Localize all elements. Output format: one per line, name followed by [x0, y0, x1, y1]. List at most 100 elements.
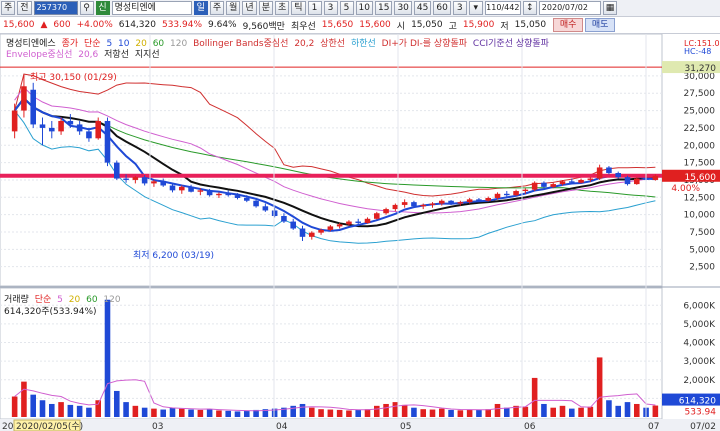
interval-1[interactable]: 1 [307, 1, 322, 15]
candle-body [114, 162, 120, 179]
prev-button[interactable]: 전 [17, 1, 32, 15]
menu-button[interactable]: 주 [1, 1, 16, 15]
candle-body [206, 190, 213, 196]
candle-body [652, 175, 659, 180]
volume-bar [114, 390, 120, 417]
interval-30[interactable]: 30 [394, 1, 412, 15]
interval-45[interactable]: 45 [413, 1, 432, 15]
candle-body [383, 209, 389, 214]
month-label: 05 [400, 422, 411, 431]
volume-current-box: 614,320 [679, 397, 716, 407]
date-field[interactable]: 2020/07/02 [538, 1, 601, 15]
candle-body [160, 181, 166, 186]
volume-bar [86, 407, 92, 417]
volume-bar [401, 404, 408, 417]
interval-60[interactable]: 60 [433, 1, 451, 15]
open-label: 시 [396, 21, 406, 32]
period-month[interactable]: 월 [226, 1, 241, 15]
search-icon[interactable]: ⚲ [79, 1, 94, 15]
candle-body [346, 221, 352, 225]
volume-bar [448, 409, 454, 417]
interval-10[interactable]: 10 [355, 1, 373, 15]
candle-body [327, 226, 334, 230]
period-year[interactable]: 년 [242, 1, 257, 15]
candle-body [550, 184, 556, 187]
current-price-box: 15,600 [685, 173, 717, 183]
stock-code-input[interactable]: 257370 [33, 1, 78, 15]
stock-chart[interactable]: 30,00027,50025,00022,50020,00017,50015,0… [0, 33, 720, 431]
low-value: 15,050 [514, 20, 547, 30]
volume-current-pct: 533.94 [685, 408, 717, 418]
chevron-down-icon[interactable]: ▾ [468, 1, 483, 15]
candle-body [234, 195, 241, 198]
volume-bar [457, 410, 464, 417]
price-tick-label: 10,000 [684, 211, 716, 221]
volume-bar [652, 405, 659, 417]
stock-name-field[interactable]: 명성티엔에 [111, 1, 192, 15]
month-label: 03 [152, 422, 163, 431]
volume-bar [30, 394, 36, 417]
chart-canvas[interactable]: 30,00027,50025,00022,50020,00017,50015,0… [0, 33, 720, 431]
volume-bar [383, 403, 389, 417]
candle-body [39, 124, 46, 128]
current-pct-label: 4.00% [671, 184, 700, 194]
volume-bar [160, 409, 166, 417]
price-tick-label: 7,500 [689, 228, 715, 238]
volume-bar [39, 400, 46, 417]
period-week[interactable]: 주 [209, 1, 225, 15]
volume-bar [364, 409, 371, 417]
legend-bb-params: 20,2 [294, 39, 315, 49]
period-second[interactable]: 초 [274, 1, 290, 15]
period-tick[interactable]: 틱 [291, 1, 306, 15]
candle-body [411, 202, 417, 207]
legend-bb-lower: 하한선 [350, 39, 376, 49]
candle-body [21, 86, 27, 111]
candle-body [281, 216, 287, 222]
hc-label: HC:-48 [684, 47, 712, 56]
volume-bar [169, 407, 176, 417]
candle-body [429, 203, 436, 205]
candle-body [476, 199, 482, 201]
interval-5[interactable]: 5 [339, 1, 354, 15]
data-count-field[interactable]: 110/442 [484, 1, 521, 15]
candle-body [141, 177, 148, 184]
volume-info: 614,320주(533.94%) [4, 307, 97, 317]
candle-body [244, 197, 250, 201]
volume-bar [151, 408, 157, 417]
volume-bar [290, 405, 296, 417]
candle-body [541, 182, 547, 187]
candle-body [318, 229, 324, 233]
x-axis-left-label: 20 [2, 422, 14, 431]
candle-body [188, 186, 194, 192]
period-minute[interactable]: 분 [258, 1, 273, 15]
calendar-icon[interactable]: ▦ [602, 1, 618, 15]
candle-body [290, 221, 296, 229]
price-change-pct: +4.00% [76, 20, 113, 30]
interval-select[interactable]: 3 [452, 1, 467, 15]
period-day[interactable]: 일 [193, 1, 208, 15]
candle-body [30, 89, 36, 125]
volume-bar [188, 409, 194, 417]
volume-tick-label: 6,000K [683, 301, 716, 311]
volume-bar [504, 407, 510, 417]
volume-legend-ma120: 120 [103, 295, 121, 305]
volume-bar [216, 410, 222, 417]
volume-bar [615, 405, 621, 417]
volume-bar [67, 404, 74, 417]
candle-body [299, 228, 306, 237]
price-tick-label: 20,000 [684, 141, 716, 151]
volume-bar [420, 409, 426, 417]
candle-body [49, 127, 55, 132]
volume-bar [76, 405, 83, 417]
chart-mode-icon[interactable]: ↕ [522, 1, 537, 15]
volume-bar [244, 411, 250, 417]
volume-bar [466, 409, 473, 417]
interval-3[interactable]: 3 [323, 1, 338, 15]
volume-bar [225, 410, 231, 417]
price-tick-label: 2,500 [689, 263, 715, 273]
volume-bar [346, 410, 352, 417]
legend-cci-signal: CCI기준선 상향돌파 [472, 39, 549, 49]
interval-15[interactable]: 15 [374, 1, 393, 15]
sell-button[interactable]: 매도 [585, 18, 616, 32]
buy-button[interactable]: 매수 [553, 18, 584, 32]
